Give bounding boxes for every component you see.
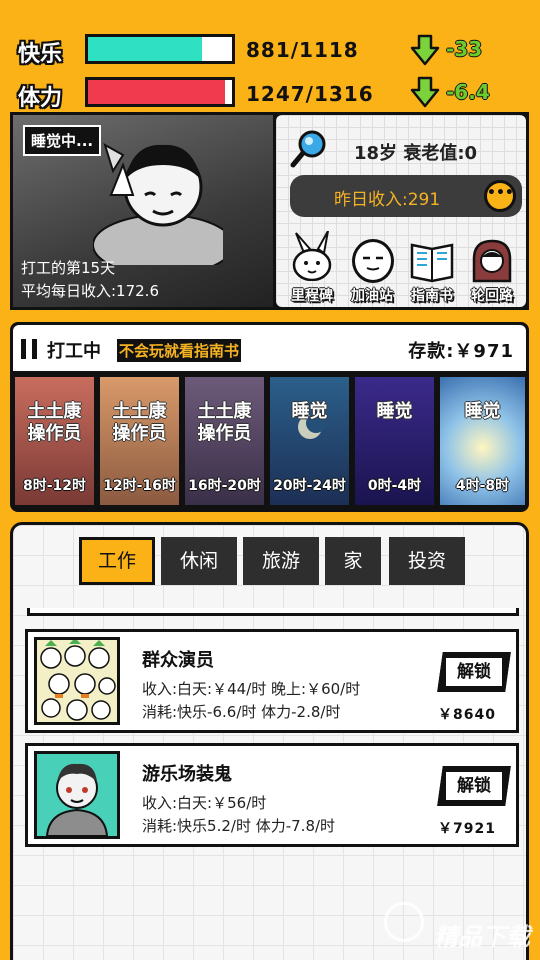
job-card[interactable]: 群众演员 收入:白天:￥44/时 晚上:￥60/时 消耗:快乐-6.6/时 体力…: [25, 629, 519, 733]
happiness-value: 881/1118: [246, 38, 359, 62]
watermark-text: 精品下载: [434, 923, 530, 951]
yesterday-income-text: 昨日收入:291: [334, 190, 441, 210]
slot-time: 16时-20时: [188, 478, 261, 494]
time-slots: 土土康操作员 8时-12时 土土康操作员 12时-16时 土土康操作员 16时-…: [15, 377, 525, 505]
happiness-label: 快乐: [18, 42, 63, 67]
slot-time: 20时-24时: [273, 478, 346, 494]
sleep-scene: 睡觉中... 打工的第15天 平均每日收入:172.6: [13, 115, 273, 307]
tab-travel[interactable]: 旅游: [243, 537, 319, 585]
profile-panel: 18岁 衰老值:0 昨日收入:291 ••• 里程碑 加油站 指南书 轮回路: [276, 115, 526, 307]
tab-work[interactable]: 工作: [79, 537, 155, 585]
slot-activity: 睡觉: [376, 401, 413, 422]
slot-time: 12时-16时: [103, 478, 176, 494]
slot-time: 8时-12时: [22, 478, 87, 494]
gas-station-label: 加油站: [351, 288, 393, 304]
work-day-text: 打工的第15天: [21, 259, 116, 277]
sleep-info: 打工的第15天 平均每日收入:172.6: [21, 257, 159, 303]
slot-activity: 土土康操作员: [197, 401, 252, 444]
age-aging-text: 18岁 衰老值:0: [354, 143, 478, 164]
schedule-title: 打工中: [47, 341, 101, 362]
tab-leisure[interactable]: 休闲: [161, 537, 237, 585]
ghost-actor-icon: [45, 763, 109, 836]
slot-time: 0时-4时: [367, 478, 422, 494]
stamina-value: 1247/1316: [246, 82, 374, 106]
time-slot[interactable]: 睡觉 4时-8时: [440, 377, 525, 505]
job-income: 收入:白天:￥44/时 晚上:￥60/时: [142, 680, 361, 698]
happiness-bar: [85, 34, 235, 64]
reincarnation-label: 轮回路: [471, 288, 513, 304]
extras-job-image: [34, 637, 120, 725]
stamina-delta: -6.4: [446, 80, 490, 104]
book-icon: [410, 243, 454, 283]
stamina-bar-fill: [88, 80, 225, 104]
crowd-faces-icon: [40, 640, 116, 721]
slot-activity: 土土康操作员: [27, 401, 82, 444]
tab-invest[interactable]: 投资: [389, 537, 465, 585]
milestone-button[interactable]: 里程碑: [284, 231, 340, 305]
job-price: ￥8640: [438, 707, 496, 723]
guide-book-label: 指南书: [411, 288, 453, 304]
avg-income-text: 平均每日收入:172.6: [21, 282, 159, 300]
time-slot[interactable]: 睡觉 0时-4时: [355, 377, 437, 505]
milestone-label: 里程碑: [291, 288, 333, 304]
slot-activity: 土土康操作员: [112, 401, 167, 444]
face-icon: [352, 239, 394, 283]
time-slot[interactable]: 土土康操作员 16时-20时: [185, 377, 267, 505]
unlock-label: 解锁: [446, 772, 502, 800]
guide-book-button[interactable]: 指南书: [404, 239, 460, 305]
reincarnation-button[interactable]: 轮回路: [464, 239, 520, 305]
pause-icon[interactable]: [21, 339, 39, 359]
unlock-button[interactable]: 解锁: [437, 652, 511, 692]
gas-station-button[interactable]: 加油站: [344, 239, 400, 305]
time-slot[interactable]: 土土康操作员 8时-12时: [15, 377, 97, 505]
sleep-status-tag: 睡觉中...: [23, 125, 102, 156]
slot-activity: 睡觉: [464, 401, 501, 422]
schedule-panel: 打工中 不会玩就看指南书 存款:￥971 土土康操作员 8时-12时 土土康操作…: [10, 322, 529, 512]
magnifier-icon[interactable]: [290, 129, 328, 169]
tab-home[interactable]: 家: [325, 537, 381, 585]
savings-amount: 存款:￥971: [408, 341, 514, 362]
more-options-button[interactable]: •••: [484, 180, 516, 212]
guide-hint-link[interactable]: 不会玩就看指南书: [117, 339, 242, 362]
arrow-down-icon: [410, 76, 440, 108]
status-panel: 睡觉中... 打工的第15天 平均每日收入:172.6 18岁 衰老值:0 昨日…: [10, 112, 529, 310]
time-slot[interactable]: 土土康操作员 12时-16时: [100, 377, 182, 505]
time-slot[interactable]: 睡觉 20时-24时: [270, 377, 352, 505]
yesterday-income-pill[interactable]: 昨日收入:291 •••: [290, 175, 522, 217]
arrow-down-icon: [410, 34, 440, 66]
schedule-header: 打工中 不会玩就看指南书 存款:￥971: [13, 325, 526, 371]
slot-activity: 睡觉: [291, 401, 328, 422]
unlock-label: 解锁: [446, 658, 502, 686]
main-panel: 工作 休闲 旅游 家 投资 群众演员 收入:白天:￥44/时 晚上:￥60/时 …: [10, 522, 529, 960]
job-cost: 消耗:快乐-6.6/时 体力-2.8/时: [142, 703, 341, 721]
job-price: ￥7921: [438, 821, 496, 837]
happiness-bar-fill: [88, 37, 202, 61]
watermark-logo: [384, 902, 424, 942]
job-title: 群众演员: [142, 650, 214, 671]
stamina-label: 体力: [18, 86, 63, 111]
ghost-job-image: [34, 751, 120, 839]
happiness-delta: -33: [446, 37, 483, 61]
slot-time: 4时-8时: [455, 478, 510, 494]
job-cost: 消耗:快乐5.2/时 体力-7.8/时: [142, 817, 336, 835]
job-title: 游乐场装鬼: [142, 764, 232, 785]
unlock-button[interactable]: 解锁: [437, 766, 511, 806]
job-income: 收入:白天:￥56/时: [142, 794, 267, 812]
stamina-bar: [85, 77, 235, 107]
portal-icon: [472, 239, 512, 283]
sleeping-character-icon: [93, 142, 223, 265]
job-card[interactable]: 游乐场装鬼 收入:白天:￥56/时 消耗:快乐5.2/时 体力-7.8/时 解锁…: [25, 743, 519, 847]
rabbit-icon: [292, 231, 332, 281]
list-scroll-edge: [27, 608, 519, 616]
